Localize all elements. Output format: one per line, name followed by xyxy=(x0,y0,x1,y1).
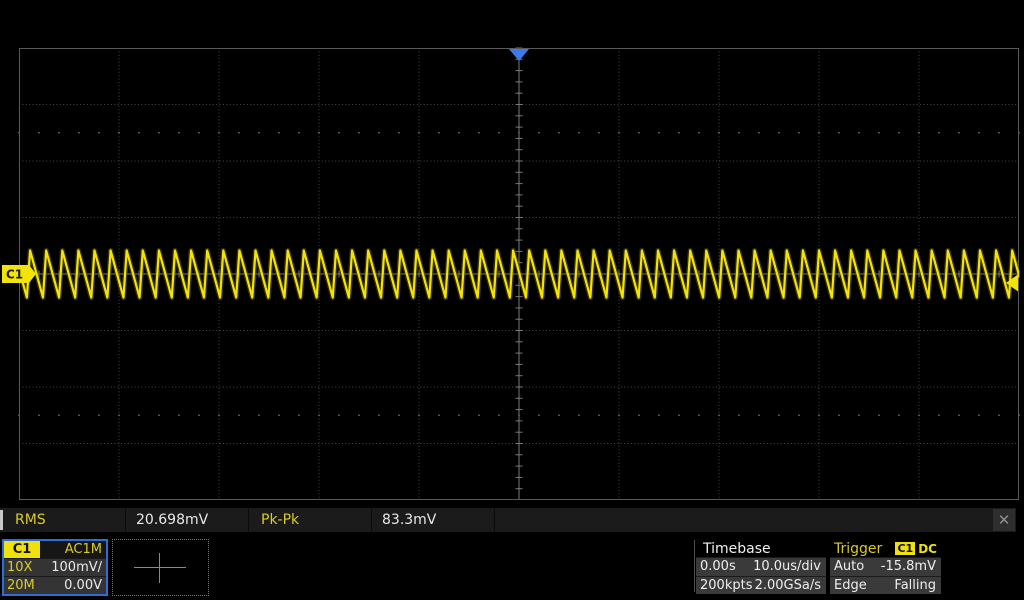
channel-id-badge[interactable]: C1 xyxy=(4,541,40,558)
channel-coupling: AC1M xyxy=(40,542,106,557)
trigger-coupling-badge: DC xyxy=(918,542,937,556)
measurement-label-pkpk[interactable]: Pk-Pk xyxy=(249,508,372,532)
channel-volts-per-div: 100mV/ xyxy=(32,560,106,575)
trigger-source-badge: C1 xyxy=(895,542,915,555)
timebase-row-acquisition: 200kpts 2.00GSa/s xyxy=(696,576,826,594)
channel-offset: 0.00V xyxy=(35,578,106,593)
measurement-value-pkpk: 83.3mV xyxy=(372,508,495,532)
trigger-position-marker-icon[interactable] xyxy=(509,49,529,61)
timebase-row-scale: 0.00s 10.0us/div xyxy=(696,557,826,575)
trigger-row-mode: Auto -15.8mV xyxy=(830,557,941,575)
trigger-level: -15.8mV xyxy=(881,559,936,574)
measurement-bar-spacer xyxy=(495,508,993,532)
channel-row-offset: 20M 0.00V xyxy=(4,576,106,594)
timebase-panel[interactable]: Timebase 0.00s 10.0us/div 200kpts 2.00GS… xyxy=(696,540,826,594)
timebase-memory-depth: 200kpts xyxy=(700,578,752,593)
trigger-slope: Falling xyxy=(894,578,936,593)
channel-row-top: C1 AC1M xyxy=(4,541,106,558)
channel-bandwidth: 20M xyxy=(4,578,35,593)
trigger-type: Edge xyxy=(834,578,867,593)
timebase-sample-rate: 2.00GSa/s xyxy=(755,578,821,593)
channel-probe: 10X xyxy=(4,560,32,575)
trigger-title: Trigger xyxy=(834,541,882,557)
oscilloscope-screen: C1 RMS 20.698mV Pk-Pk 83.3mV ✕ C1 AC1M 1… xyxy=(0,0,1024,600)
channel-row-scale: 10X 100mV/ xyxy=(4,558,106,576)
panel-divider xyxy=(694,540,695,592)
add-channel-placeholder[interactable] xyxy=(112,539,209,596)
channel-level-marker-label: C1 xyxy=(6,268,23,282)
close-icon: ✕ xyxy=(998,511,1011,529)
timebase-title: Timebase xyxy=(703,541,771,557)
channel-descriptor-c1[interactable]: C1 AC1M 10X 100mV/ 20M 0.00V xyxy=(2,539,108,596)
measurement-value-rms: 20.698mV xyxy=(126,508,249,532)
channel-level-marker[interactable]: C1 xyxy=(2,265,36,283)
close-measurements-button[interactable]: ✕ xyxy=(993,509,1015,531)
measurement-bar: RMS 20.698mV Pk-Pk 83.3mV ✕ xyxy=(0,508,1016,532)
trigger-panel[interactable]: Trigger C1 DC Auto -15.8mV Edge Falling xyxy=(830,540,941,594)
timebase-delay: 0.00s xyxy=(700,559,736,574)
trigger-row-type: Edge Falling xyxy=(830,576,941,594)
measurement-label-rms[interactable]: RMS xyxy=(3,508,126,532)
scope-display: C1 xyxy=(0,0,1024,506)
timebase-per-div: 10.0us/div xyxy=(753,559,821,574)
trigger-mode: Auto xyxy=(834,559,864,574)
